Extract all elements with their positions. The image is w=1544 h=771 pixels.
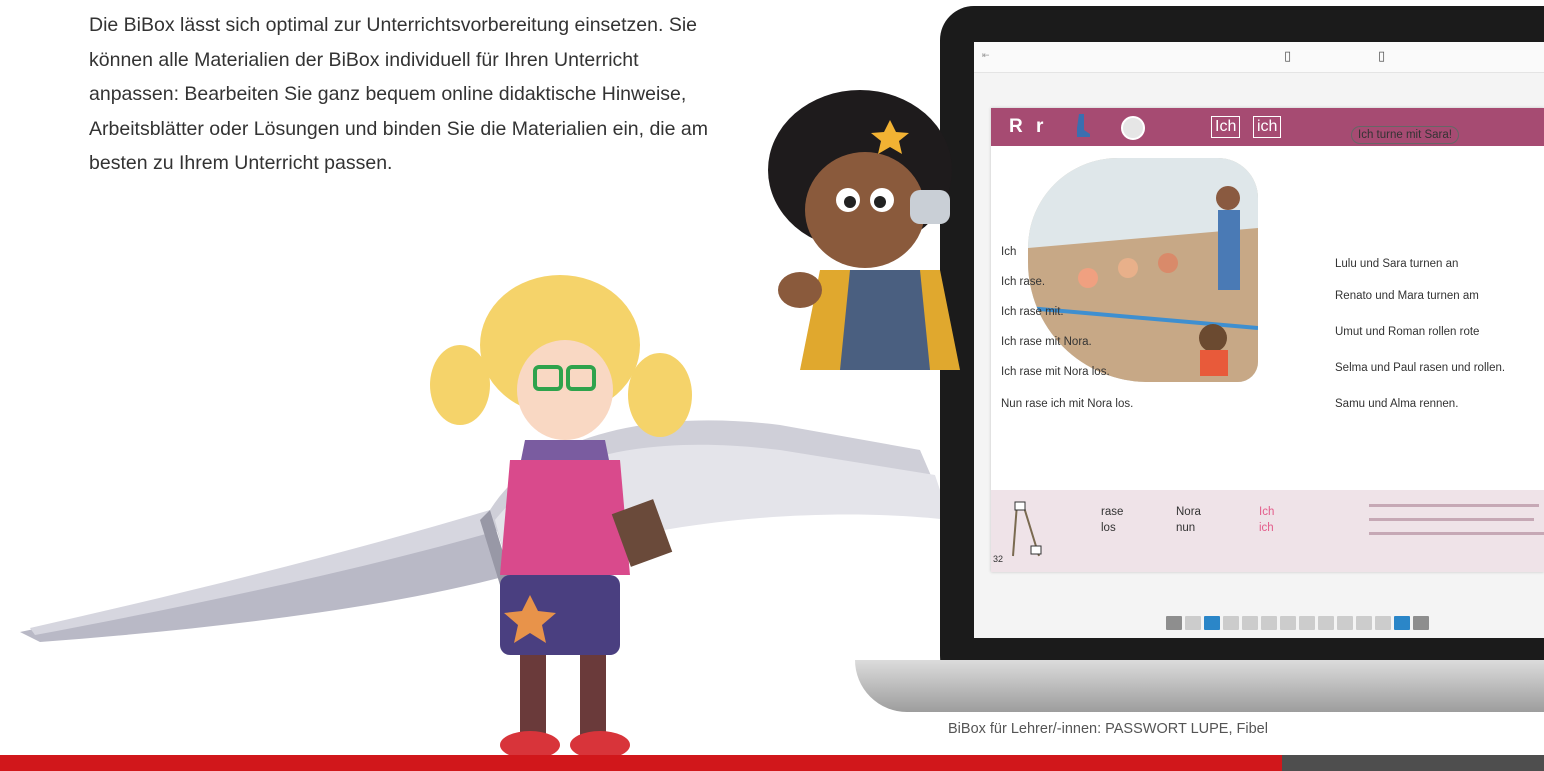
note-tool-icon[interactable]: [1299, 616, 1315, 630]
bottom-word: Ich: [1259, 506, 1275, 518]
reading-line: Renato und Mara turnen am: [1335, 290, 1479, 302]
race-illustration: [1028, 158, 1258, 382]
trash-tool-icon[interactable]: [1375, 616, 1391, 630]
letter-heading: R r: [1009, 116, 1048, 137]
intro-paragraph: Die BiBox lässt sich optimal zur Unterri…: [89, 14, 708, 174]
next-page-button[interactable]: [1413, 616, 1429, 630]
blonde-girl-character: [430, 275, 692, 759]
reading-line: Ich rase mit Nora los.: [1001, 366, 1110, 378]
slide-icon: [1012, 501, 1042, 557]
reading-line: Lulu und Sara turnen an: [1335, 258, 1459, 270]
reading-line: Ich rase mit Nora.: [1001, 336, 1092, 348]
footer-bar: [0, 755, 1544, 771]
reading-line: Nun rase ich mit Nora los.: [1001, 398, 1134, 410]
page-header: R r Ich ich: [991, 108, 1544, 146]
reading-line: Samu und Alma rennen.: [1335, 398, 1459, 410]
curly-hair-girl-character: [768, 90, 960, 370]
bookmark-icon[interactable]: ▯: [1284, 48, 1291, 64]
eraser-tool-icon[interactable]: [1280, 616, 1296, 630]
zoom-tool-icon[interactable]: [1223, 616, 1239, 630]
bottom-word: rase: [1101, 506, 1124, 518]
page-number: 32: [993, 554, 1004, 564]
bibox-screen: ⇤ ▯ ▯ R r Ich ich 32 rase los Nora nun I…: [974, 42, 1544, 638]
bookmark-tool-icon[interactable]: [1185, 616, 1201, 630]
reading-line: Ich turne mit Sara!: [1351, 126, 1459, 144]
link-tool-icon[interactable]: [1318, 616, 1334, 630]
viewer-topbar: ⇤ ▯ ▯: [974, 42, 1544, 73]
viewer-toolbar: [1166, 616, 1429, 630]
prev-page-button[interactable]: [1166, 616, 1182, 630]
ich-box: Ich: [1211, 116, 1241, 138]
reading-line: Umut und Roman rollen rote: [1335, 326, 1480, 338]
reading-line: Ich rase.: [1001, 276, 1046, 288]
boot-icon: [1077, 114, 1090, 137]
bottom-word: ich: [1259, 522, 1274, 534]
ich-box: ich: [1253, 116, 1282, 138]
cursor-tool-icon[interactable]: [1204, 616, 1220, 630]
reading-line: Ich rase mit.: [1001, 306, 1064, 318]
reading-line: Ich: [1001, 246, 1017, 258]
eye-tool-icon[interactable]: [1394, 616, 1410, 630]
bottom-word: nun: [1176, 522, 1196, 534]
reading-line: Selma und Paul rasen und rollen.: [1335, 362, 1506, 374]
grid-tool-icon[interactable]: [1356, 616, 1372, 630]
image-caption: BiBox für Lehrer/-innen: PASSWORT LUPE, …: [948, 721, 1268, 737]
bottom-word: Nora: [1176, 506, 1201, 518]
bookmark-icon[interactable]: ▯: [1378, 48, 1385, 64]
highlighter-tool-icon[interactable]: [1261, 616, 1277, 630]
compare-tool-icon[interactable]: [1337, 616, 1353, 630]
exercise-panel: 32 rase los Nora nun Ich ich: [991, 490, 1544, 572]
bottom-word: los: [1101, 522, 1116, 534]
avatar: [1121, 116, 1145, 140]
textbook-page: R r Ich ich 32 rase los Nora nun Ich ich…: [991, 108, 1544, 572]
pen-tool-icon[interactable]: [1242, 616, 1258, 630]
